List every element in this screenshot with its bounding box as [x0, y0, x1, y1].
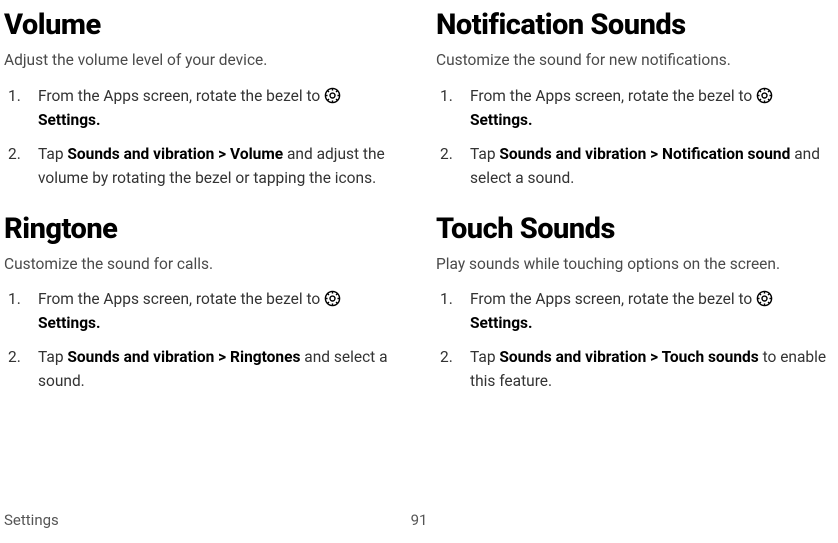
menu-sep: >	[646, 348, 661, 366]
step-text: From the Apps screen, rotate the bezel t…	[38, 87, 324, 105]
step-text: From the Apps screen, rotate the bezel t…	[470, 290, 756, 308]
menu-sep: >	[646, 145, 662, 163]
notification-step-2: Tap Sounds and vibration > Notification …	[436, 142, 838, 190]
notification-step-1: From the Apps screen, rotate the bezel t…	[436, 84, 838, 132]
menu-sep: >	[214, 145, 230, 163]
footer-section: Settings	[4, 511, 59, 529]
menu-path: Sounds and vibration	[499, 348, 646, 366]
footer-page-number: 91	[411, 511, 428, 529]
notification-heading: Notification Sounds	[436, 8, 838, 42]
settings-icon	[756, 87, 773, 104]
ringtone-step-1: From the Apps screen, rotate the bezel t…	[4, 287, 406, 335]
settings-icon	[324, 290, 341, 307]
ringtone-step-2: Tap Sounds and vibration > Ringtones and…	[4, 345, 406, 393]
menu-path: Sounds and vibration	[67, 145, 214, 163]
notification-steps: From the Apps screen, rotate the bezel t…	[436, 84, 838, 190]
touch-desc: Play sounds while touching options on th…	[436, 254, 838, 276]
step-text: Tap	[38, 145, 67, 163]
volume-section: Volume Adjust the volume level of your d…	[4, 8, 406, 190]
touch-heading: Touch Sounds	[436, 212, 838, 246]
page-footer: Settings 91	[4, 511, 834, 529]
menu-path: Volume	[230, 145, 283, 163]
menu-path: Notification sound	[662, 145, 790, 163]
settings-icon	[756, 290, 773, 307]
volume-steps: From the Apps screen, rotate the bezel t…	[4, 84, 406, 190]
menu-sep: >	[214, 348, 230, 366]
volume-step-1: From the Apps screen, rotate the bezel t…	[4, 84, 406, 132]
ringtone-heading: Ringtone	[4, 212, 406, 246]
touch-step-1: From the Apps screen, rotate the bezel t…	[436, 287, 838, 335]
step-text: From the Apps screen, rotate the bezel t…	[38, 290, 324, 308]
touch-section: Touch Sounds Play sounds while touching …	[436, 212, 838, 394]
step-text: From the Apps screen, rotate the bezel t…	[470, 87, 756, 105]
touch-step-2: Tap Sounds and vibration > Touch sounds …	[436, 345, 838, 393]
volume-desc: Adjust the volume level of your device.	[4, 50, 406, 72]
settings-icon	[324, 87, 341, 104]
touch-steps: From the Apps screen, rotate the bezel t…	[436, 287, 838, 393]
settings-label: Settings.	[38, 314, 101, 332]
volume-heading: Volume	[4, 8, 406, 42]
notification-section: Notification Sounds Customize the sound …	[436, 8, 838, 190]
step-text: Tap	[470, 348, 499, 366]
notification-desc: Customize the sound for new notification…	[436, 50, 838, 72]
settings-label: Settings.	[470, 111, 533, 129]
ringtone-steps: From the Apps screen, rotate the bezel t…	[4, 287, 406, 393]
settings-label: Settings.	[38, 111, 101, 129]
menu-path: Ringtones	[230, 348, 300, 366]
content-columns: Volume Adjust the volume level of your d…	[0, 8, 838, 416]
right-column: Notification Sounds Customize the sound …	[436, 8, 838, 416]
left-column: Volume Adjust the volume level of your d…	[4, 8, 406, 416]
volume-step-2: Tap Sounds and vibration > Volume and ad…	[4, 142, 406, 190]
menu-path: Touch sounds	[662, 348, 759, 366]
menu-path: Sounds and vibration	[67, 348, 214, 366]
step-text: Tap	[470, 145, 499, 163]
step-text: Tap	[38, 348, 67, 366]
settings-label: Settings.	[470, 314, 533, 332]
ringtone-desc: Customize the sound for calls.	[4, 254, 406, 276]
ringtone-section: Ringtone Customize the sound for calls. …	[4, 212, 406, 394]
menu-path: Sounds and vibration	[499, 145, 646, 163]
